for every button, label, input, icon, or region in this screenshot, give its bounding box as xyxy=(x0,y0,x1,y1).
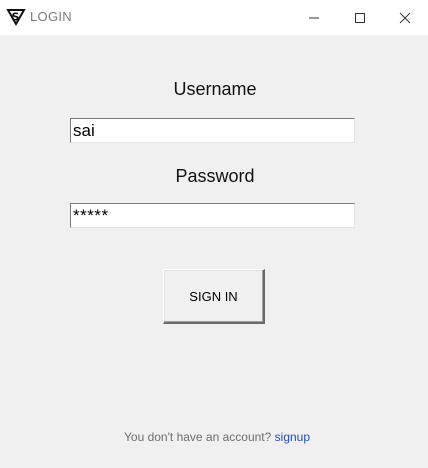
window-title: LOGIN xyxy=(30,9,72,24)
minimize-button[interactable] xyxy=(291,0,337,35)
maximize-icon xyxy=(355,12,365,23)
title-bar: S LOGIN xyxy=(0,0,428,35)
svg-text:S: S xyxy=(12,11,20,24)
close-icon xyxy=(399,12,411,23)
app-logo-icon: S xyxy=(6,8,26,27)
sign-in-button[interactable]: SIGN IN xyxy=(163,269,265,324)
signup-link[interactable]: signup xyxy=(275,430,310,444)
signup-prompt-text: You don't have an account? xyxy=(124,430,272,444)
username-label: Username xyxy=(173,79,257,99)
maximize-button[interactable] xyxy=(337,0,383,35)
close-button[interactable] xyxy=(382,0,428,35)
minimize-icon xyxy=(309,17,319,18)
password-label: Password xyxy=(175,166,255,186)
password-field[interactable] xyxy=(70,203,355,228)
signup-prompt: You don't have an account? signup xyxy=(124,430,310,444)
username-field[interactable] xyxy=(70,118,355,143)
